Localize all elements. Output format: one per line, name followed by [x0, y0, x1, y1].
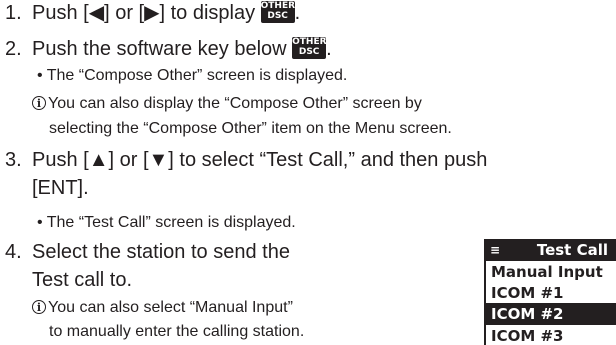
lcd-list-item: Manual Input — [491, 263, 603, 281]
step-4-cont: Test call to. — [32, 269, 133, 291]
test-call-lcd-screen: ≡ Test Call Manual Input ICOM #1 ICOM #2… — [484, 239, 616, 345]
info-icon: i — [32, 96, 46, 110]
step-4-info-cont: to manually enter the calling station. — [49, 323, 305, 340]
lcd-title: Test Call — [536, 241, 608, 259]
step-2-info-cont: selecting the “Compose Other” item on th… — [49, 120, 452, 137]
lcd-list-item-selected: ICOM #2 — [486, 303, 616, 325]
step-text: Push [◀] or [▶] to display — [32, 2, 261, 24]
step-number: 2. — [5, 38, 22, 60]
step-3-bullet: • The “Test Call” screen is displayed. — [37, 214, 296, 231]
step-number: 3. — [5, 149, 22, 171]
step-2-bullet: • The “Compose Other” screen is displaye… — [37, 67, 348, 84]
step-text: Push the software key below — [32, 38, 293, 60]
step-2-info: i You can also display the “Compose Other… — [32, 94, 422, 114]
step-4-info: i You can also select “Manual Input” — [32, 298, 293, 318]
lcd-list-item: ICOM #1 — [491, 284, 564, 302]
lcd-list-item: ICOM #3 — [491, 327, 564, 345]
info-icon: i — [32, 300, 46, 314]
step-number: 1. — [5, 2, 22, 24]
step-text: Select the station to send the — [32, 241, 290, 263]
step-number: 4. — [5, 241, 22, 263]
other-dsc-key-icon: OTHER DSC — [260, 1, 296, 23]
lcd-title-bar: ≡ Test Call — [486, 239, 616, 261]
step-3-cont: [ENT]. — [32, 177, 89, 199]
menu-icon: ≡ — [490, 243, 501, 257]
step-text: Push [▲] or [▼] to select “Test Call,” a… — [32, 149, 488, 171]
other-dsc-key-icon: OTHER DSC — [292, 37, 327, 59]
